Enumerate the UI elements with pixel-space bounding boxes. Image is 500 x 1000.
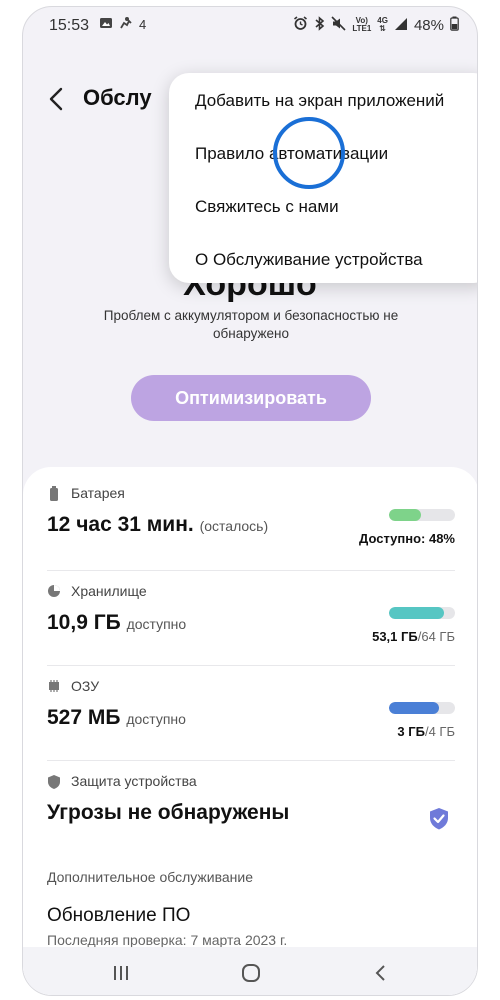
storage-label: Хранилище xyxy=(71,583,147,599)
battery-section[interactable]: Батарея 12 час 31 мин. (осталось) Доступ… xyxy=(47,485,455,555)
status-bar: 15:53 4 Vo) LTE1 4G ⇅ 48% xyxy=(23,7,477,43)
menu-item-contact-us[interactable]: Свяжитесь с нами xyxy=(195,197,339,217)
cell-signal-icon xyxy=(394,17,408,34)
storage-bar xyxy=(389,607,455,619)
network-indicator: 4G ⇅ xyxy=(377,16,388,33)
ram-usage: 3 ГБ/4 ГБ xyxy=(397,724,455,739)
storage-total: /64 ГБ xyxy=(417,629,455,644)
battery-label: Батарея xyxy=(71,485,125,501)
touch-indicator xyxy=(273,117,345,189)
memory-chip-icon xyxy=(47,679,61,693)
divider xyxy=(47,570,455,571)
home-icon xyxy=(242,964,260,982)
ram-bar xyxy=(389,702,455,714)
storage-usage: 53,1 ГБ/64 ГБ xyxy=(372,629,455,644)
storage-free: 10,9 ГБ xyxy=(47,611,121,634)
additional-maintenance-label: Дополнительное обслуживание xyxy=(47,869,254,885)
status-right-icons: Vo) LTE1 4G ⇅ 48% xyxy=(293,16,459,34)
bluetooth-icon xyxy=(314,16,325,34)
software-update-subtitle: Последняя проверка: 7 марта 2023 г. xyxy=(47,932,288,948)
ram-label: ОЗУ xyxy=(71,678,100,694)
storage-bar-fill xyxy=(389,607,444,619)
page-title: Обслу xyxy=(83,85,152,110)
battery-time-suffix: (осталось) xyxy=(199,518,269,534)
menu-item-add-to-apps[interactable]: Добавить на экран приложений xyxy=(195,91,444,111)
chevron-left-icon xyxy=(49,87,63,111)
security-status: Угрозы не обнаружены xyxy=(47,801,290,824)
shield-check-icon xyxy=(429,807,449,831)
menu-item-about[interactable]: О Обслуживание устройства xyxy=(195,250,423,270)
ram-free-suffix: доступно xyxy=(126,711,186,727)
storage-used: 53,1 ГБ xyxy=(372,629,418,644)
battery-bar xyxy=(389,509,455,521)
signal-label: 4 xyxy=(139,17,147,32)
ram-total: /4 ГБ xyxy=(424,724,455,739)
software-update-title[interactable]: Обновление ПО xyxy=(47,905,190,927)
back-arrow-icon xyxy=(375,965,385,981)
ram-used: 3 ГБ xyxy=(397,724,425,739)
optimize-button[interactable]: Оптимизировать xyxy=(131,375,371,421)
status-subtitle: Проблем с аккумулятором и безопасностью … xyxy=(103,308,399,341)
samsung-health-icon xyxy=(119,16,133,33)
recent-apps-icon xyxy=(114,966,128,980)
status-time: 15:53 xyxy=(49,17,90,34)
battery-time: 12 час 31 мин. xyxy=(47,513,194,536)
volte-indicator: Vo) LTE1 xyxy=(352,16,372,33)
storage-section[interactable]: Хранилище 10,9 ГБ доступно 53,1 ГБ/64 ГБ xyxy=(47,583,455,653)
shield-small-icon xyxy=(47,774,61,789)
battery-icon xyxy=(47,486,61,501)
nav-back-button[interactable] xyxy=(369,961,393,985)
alarm-icon xyxy=(293,16,308,34)
phone-screen: 15:53 4 Vo) LTE1 4G ⇅ 48% Обслу Хорошо П… xyxy=(22,6,478,996)
mute-icon xyxy=(331,16,346,34)
recent-apps-button[interactable] xyxy=(109,961,133,985)
back-button[interactable] xyxy=(45,83,69,115)
navigation-bar xyxy=(23,947,477,995)
battery-available: Доступно: 48% xyxy=(359,531,455,546)
home-button[interactable] xyxy=(239,961,263,985)
battery-bar-fill xyxy=(389,509,421,521)
battery-icon xyxy=(450,16,459,34)
security-section[interactable]: Защита устройства Угрозы не обнаружены xyxy=(47,773,455,843)
storage-free-suffix: доступно xyxy=(126,616,187,632)
divider xyxy=(47,760,455,761)
storage-icon xyxy=(47,584,61,598)
divider xyxy=(47,665,455,666)
security-label: Защита устройства xyxy=(71,773,197,789)
ram-section[interactable]: ОЗУ 527 МБ доступно 3 ГБ/4 ГБ xyxy=(47,678,455,748)
ram-bar-fill xyxy=(389,702,439,714)
status-left-icons: 4 xyxy=(99,16,146,33)
gallery-icon xyxy=(99,16,113,33)
ram-free: 527 МБ xyxy=(47,706,121,729)
battery-percent: 48% xyxy=(413,16,444,34)
